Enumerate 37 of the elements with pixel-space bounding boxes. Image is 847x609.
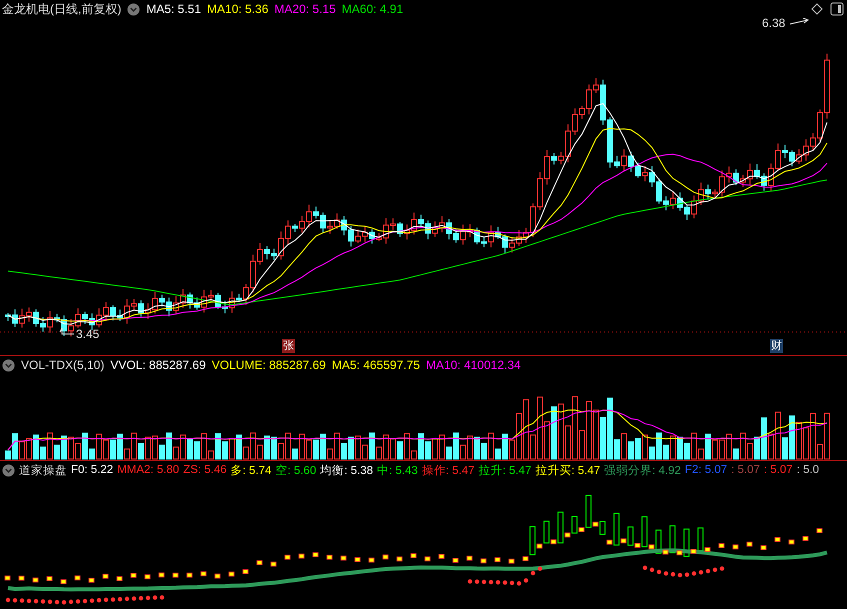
event-marker[interactable]: 财 xyxy=(770,339,783,353)
diamond-icon[interactable] xyxy=(811,3,823,15)
event-marker[interactable]: 张 xyxy=(282,339,295,353)
indicator-value: VOLUME: 885287.69 xyxy=(212,358,326,372)
indicator-value: 多: 5.74 xyxy=(230,464,272,478)
indicator-value: 拉升买: 5.47 xyxy=(535,464,600,478)
indicator-value: 操作: 5.47 xyxy=(422,464,475,478)
indicator-value: 均衡: 5.38 xyxy=(320,464,374,478)
arrow-icon xyxy=(790,18,810,24)
indicator-value: ZS: 5.46 xyxy=(183,464,227,476)
chevron-down-icon[interactable] xyxy=(2,358,15,372)
indicator-value: F0: 5.22 xyxy=(71,464,114,476)
stock-title: 金龙机电(日线,前复权) xyxy=(2,0,122,18)
high-price-label: 6.38 xyxy=(762,16,786,30)
low-price-label: 3.45 xyxy=(76,327,100,341)
indicator-value: MA10: 410012.34 xyxy=(426,358,521,372)
indicator-value: MA5: 5.51 xyxy=(146,2,202,16)
indicator-value: F2: 5.07 xyxy=(684,464,728,476)
indicator-value: : 5.0 xyxy=(796,464,820,476)
panel-toggle-icon[interactable] xyxy=(830,2,844,16)
indicator-value: 中: 5.43 xyxy=(377,464,418,478)
indicator-title: 道家操盘 xyxy=(19,463,67,478)
indicator-value: 拉升: 5.47 xyxy=(478,464,532,478)
chevron-down-icon[interactable] xyxy=(127,2,140,16)
indicator-value: MA10: 5.36 xyxy=(207,2,268,16)
indicator-value: : 5.07 xyxy=(764,464,793,476)
indicator-value: 强弱分界: 4.92 xyxy=(604,464,681,478)
indicator-value: MA5: 465597.75 xyxy=(332,358,420,372)
indicator-value: MA60: 4.91 xyxy=(342,2,404,16)
indicator-value: 空: 5.60 xyxy=(275,463,316,478)
arrow-icon xyxy=(60,328,74,334)
indicator-value: VVOL: 885287.69 xyxy=(110,358,206,372)
indicator-value: : 5.07 xyxy=(731,464,760,476)
indicator-value: MA20: 5.15 xyxy=(274,2,336,16)
indicator-value: MMA2: 5.80 xyxy=(117,464,180,476)
indicator-title: VOL-TDX(5,10) xyxy=(21,358,104,372)
chevron-down-icon[interactable] xyxy=(2,464,15,476)
